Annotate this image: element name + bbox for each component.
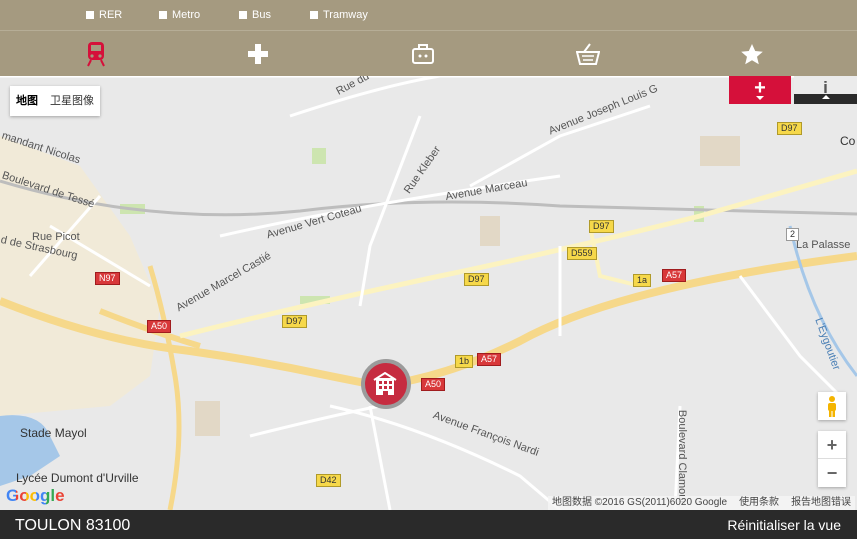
road-shield: D97 <box>589 220 614 233</box>
map-attribution: 地图数据 ©2016 GS(2011)6020 Google 使用条款 报告地图… <box>548 496 856 510</box>
briefcase-icon <box>412 44 434 64</box>
category-favorites[interactable] <box>737 39 767 69</box>
checkbox-icon[interactable] <box>159 11 167 19</box>
checkbox-icon[interactable] <box>239 11 247 19</box>
add-button[interactable]: + <box>729 76 791 104</box>
road-shield: A57 <box>477 353 502 366</box>
chevron-up-icon <box>821 95 830 99</box>
chevron-down-icon <box>756 96 764 100</box>
pegman-icon <box>828 396 836 417</box>
map-type-control: 地图 卫星图像 <box>10 86 100 116</box>
road-shield: 2 <box>786 228 800 241</box>
street-view-button[interactable] <box>818 392 846 420</box>
road-shield: D559 <box>567 247 597 260</box>
footer-bar: TOULON 83100 Réinitialiser la vue <box>0 510 857 539</box>
road-shield: D42 <box>316 474 341 487</box>
filter-rer[interactable]: RER <box>86 9 122 21</box>
road-shield: A57 <box>662 269 687 282</box>
road-shield: 1a <box>633 274 652 287</box>
filter-metro[interactable]: Metro <box>159 9 200 21</box>
place-label: Co <box>840 134 856 148</box>
road-shield: D97 <box>777 122 802 135</box>
road-shield: A50 <box>421 378 446 391</box>
terms-link[interactable]: 使用条款 <box>739 496 779 510</box>
map-view[interactable]: Rue du Avenue Joseph Louis G Rue Kleber … <box>0 76 857 510</box>
road-shield: D97 <box>464 273 489 286</box>
filter-bus[interactable]: Bus <box>239 9 271 21</box>
category-shopping[interactable] <box>573 39 603 69</box>
google-logo[interactable]: Google <box>6 486 65 506</box>
place-label: Stade Mayol <box>20 426 87 440</box>
place-label: Lycée Dumont d'Urville <box>16 471 139 485</box>
zoom-out-button[interactable]: − <box>818 459 846 487</box>
category-bar <box>0 30 857 76</box>
medical-cross-icon <box>248 44 268 64</box>
category-transport[interactable] <box>81 39 111 69</box>
building-icon <box>373 372 397 395</box>
star-icon <box>741 43 763 64</box>
map-type-satellite-button[interactable]: 卫星图像 <box>44 86 100 116</box>
road-shield: D97 <box>282 315 307 328</box>
reset-view-link[interactable]: Réinitialiser la vue <box>727 517 841 533</box>
report-error-link[interactable]: 报告地图错误 <box>791 496 851 510</box>
road-shield: 1b <box>455 355 474 368</box>
road-shield: N97 <box>95 272 120 285</box>
zoom-control: + − <box>818 431 846 487</box>
category-work[interactable] <box>408 39 438 69</box>
info-button[interactable]: i <box>794 76 857 104</box>
checkbox-icon[interactable] <box>86 11 94 19</box>
category-health[interactable] <box>243 39 273 69</box>
map-roads <box>0 76 857 510</box>
zoom-in-button[interactable]: + <box>818 431 846 459</box>
place-label: La Palasse <box>796 239 851 251</box>
train-icon <box>87 42 105 67</box>
road-shield: A50 <box>147 320 172 333</box>
transport-filter-bar: RER Metro Bus Tramway <box>0 0 857 30</box>
location-marker[interactable] <box>361 359 411 409</box>
filter-tramway[interactable]: Tramway <box>310 9 368 21</box>
street-label: Boulevard Clamour <box>676 409 689 505</box>
shopping-basket-icon <box>576 43 600 65</box>
map-type-map-button[interactable]: 地图 <box>10 86 44 116</box>
city-label: TOULON 83100 <box>15 517 131 534</box>
checkbox-icon[interactable] <box>310 11 318 19</box>
